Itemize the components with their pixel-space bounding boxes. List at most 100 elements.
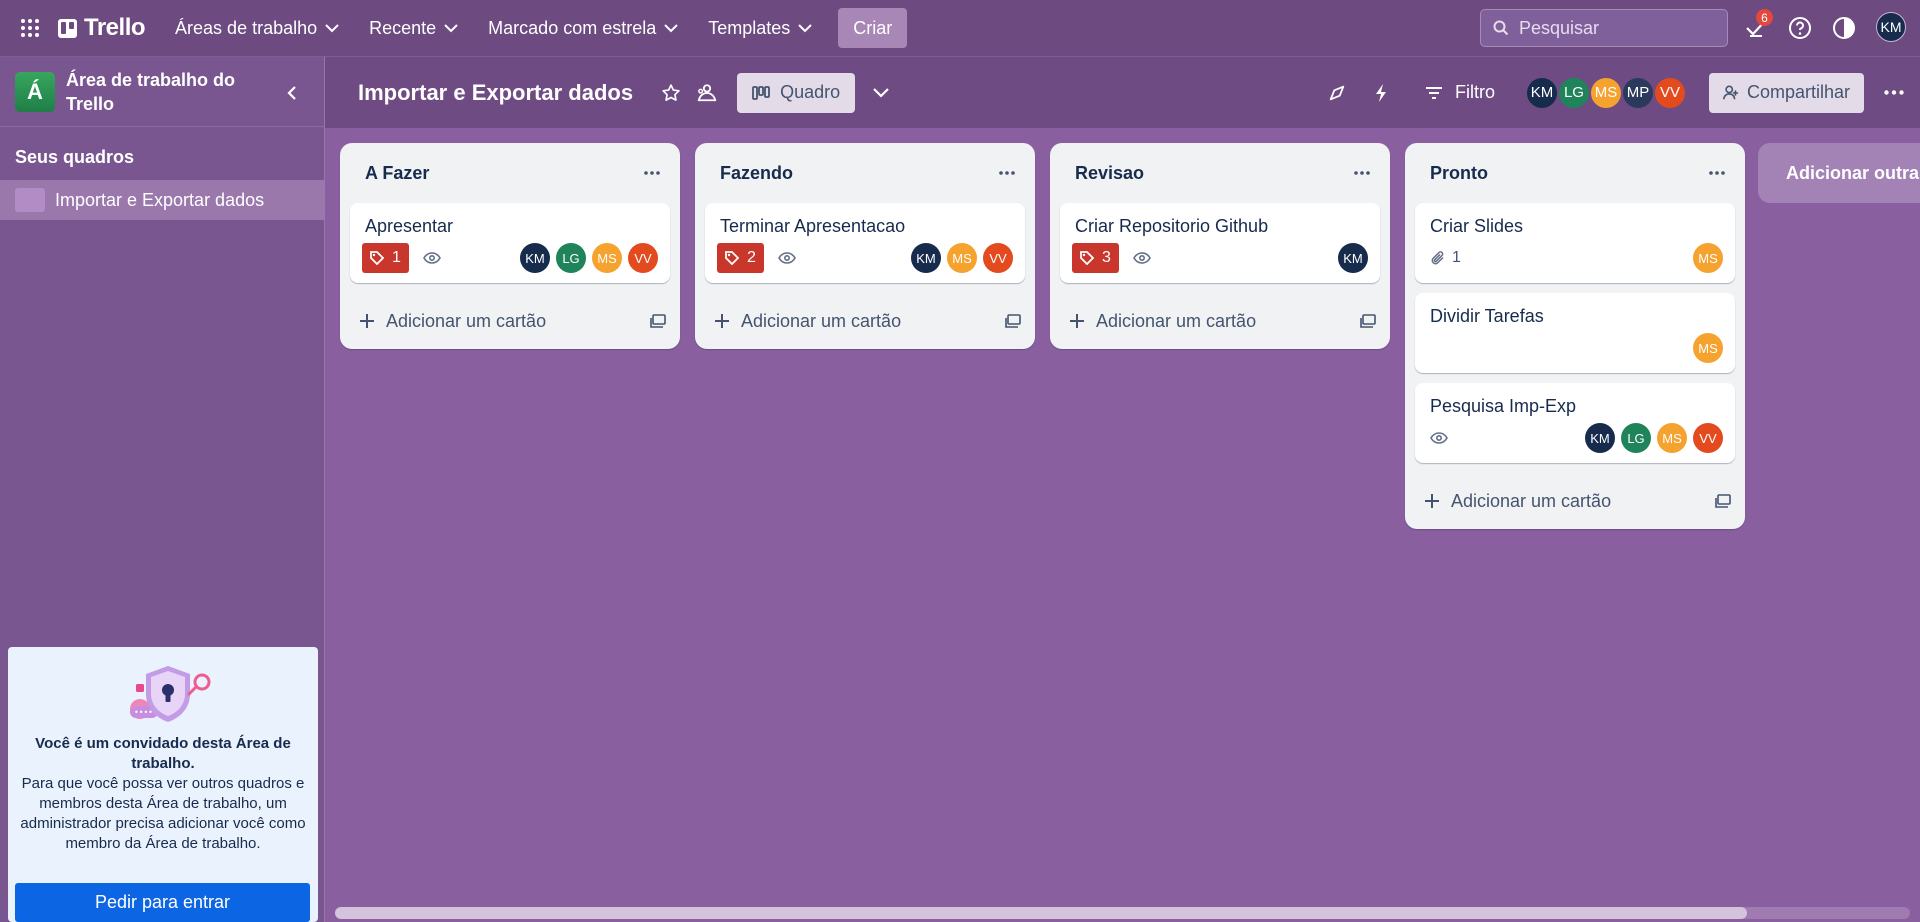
list-menu-icon[interactable] bbox=[638, 159, 666, 187]
card-template-icon[interactable] bbox=[650, 314, 666, 328]
workspace-name[interactable]: Área de trabalho do Trello bbox=[66, 68, 256, 116]
collapse-sidebar-icon[interactable] bbox=[280, 81, 304, 105]
add-card-button[interactable]: Adicionar um cartão bbox=[1050, 293, 1390, 349]
card-title: Apresentar bbox=[365, 216, 454, 236]
nav-starred-label: Marcado com estrela bbox=[488, 17, 657, 38]
member-avatar[interactable]: KM bbox=[1338, 243, 1368, 273]
board-title[interactable]: Importar e Exportar dados bbox=[358, 80, 633, 106]
member-avatar[interactable]: MS bbox=[1693, 243, 1723, 273]
list-header[interactable]: Revisao bbox=[1050, 143, 1390, 203]
help-icon[interactable] bbox=[1786, 14, 1814, 42]
card[interactable]: Pesquisa Imp-Exp KM LG MS VV bbox=[1415, 383, 1735, 463]
sidebar-item-board[interactable]: Importar e Exportar dados bbox=[0, 180, 325, 220]
card-members: KM bbox=[1338, 243, 1368, 273]
star-icon[interactable] bbox=[655, 77, 687, 109]
card-title: Dividir Tarefas bbox=[1430, 306, 1544, 326]
member-avatar[interactable]: LG bbox=[1621, 423, 1651, 453]
horizontal-scrollbar[interactable] bbox=[335, 907, 1910, 919]
card-template-icon[interactable] bbox=[1715, 494, 1731, 508]
chevron-down-icon bbox=[325, 23, 339, 32]
list: Pronto Criar Slides 1 MS Dividir Tarefas… bbox=[1405, 143, 1745, 529]
member-avatar[interactable]: VV bbox=[1652, 75, 1687, 110]
workspace-header: Á Área de trabalho do Trello bbox=[0, 57, 325, 127]
list-menu-icon[interactable] bbox=[993, 159, 1021, 187]
view-switcher-board[interactable]: Quadro bbox=[737, 72, 856, 113]
card[interactable]: Criar Repositorio Github 3 KM bbox=[1060, 203, 1380, 283]
card-title: Criar Slides bbox=[1430, 216, 1524, 236]
card-template-icon[interactable] bbox=[1360, 314, 1376, 328]
member-avatar[interactable]: KM bbox=[911, 243, 941, 273]
add-card-button[interactable]: Adicionar um cartão bbox=[1405, 473, 1745, 529]
trello-logo[interactable]: Trello bbox=[54, 10, 155, 46]
add-card-label: Adicionar um cartão bbox=[741, 310, 902, 331]
board-thumbnail bbox=[15, 188, 45, 212]
list-header[interactable]: A Fazer bbox=[340, 143, 680, 203]
nav-recent-menu[interactable]: Recente bbox=[357, 10, 470, 46]
nav-starred-menu[interactable]: Marcado com estrela bbox=[476, 10, 690, 46]
search-input[interactable]: Pesquisar bbox=[1480, 9, 1728, 47]
member-avatar[interactable]: VV bbox=[1693, 423, 1723, 453]
member-avatar[interactable]: VV bbox=[628, 243, 658, 273]
nav-workspaces-label: Áreas de trabalho bbox=[175, 17, 318, 38]
list-menu-icon[interactable] bbox=[1703, 159, 1731, 187]
chevron-down-icon[interactable] bbox=[865, 77, 897, 109]
add-list-button[interactable]: Adicionar outra lista bbox=[1758, 143, 1920, 203]
user-avatar[interactable]: KM bbox=[1876, 12, 1906, 42]
member-avatar[interactable]: MS bbox=[1588, 75, 1623, 110]
card-members: MS bbox=[1693, 243, 1723, 273]
list-title: Pronto bbox=[1430, 162, 1488, 183]
tag-icon bbox=[725, 251, 739, 265]
sidebar-boards-title: Seus quadros bbox=[15, 147, 135, 167]
guest-notice-title: Você é um convidado desta Área de trabal… bbox=[35, 735, 291, 772]
nav-templates-menu[interactable]: Templates bbox=[696, 10, 824, 46]
watch-icon bbox=[1430, 432, 1448, 444]
search-placeholder: Pesquisar bbox=[1519, 17, 1600, 38]
due-label-badge: 3 bbox=[1072, 243, 1119, 273]
card-title: Pesquisa Imp-Exp bbox=[1430, 396, 1577, 416]
app-switcher-icon[interactable] bbox=[12, 10, 48, 46]
member-avatar[interactable]: LG bbox=[556, 243, 586, 273]
member-avatar[interactable]: MS bbox=[1693, 333, 1723, 363]
more-options-icon[interactable] bbox=[1874, 73, 1914, 113]
notifications-count-badge: 6 bbox=[1756, 9, 1773, 26]
card[interactable]: Apresentar 1 KM LG MS VV bbox=[350, 203, 670, 283]
member-avatar[interactable]: MS bbox=[592, 243, 622, 273]
automation-icon[interactable] bbox=[1365, 77, 1397, 109]
member-avatar[interactable]: KM bbox=[1585, 423, 1615, 453]
theme-toggle-icon[interactable] bbox=[1830, 14, 1858, 42]
member-avatar[interactable]: LG bbox=[1556, 75, 1591, 110]
card-template-icon[interactable] bbox=[1005, 314, 1021, 328]
member-avatar[interactable]: VV bbox=[983, 243, 1013, 273]
list-header[interactable]: Pronto bbox=[1405, 143, 1745, 203]
member-avatar[interactable]: MS bbox=[947, 243, 977, 273]
member-avatar[interactable]: KM bbox=[520, 243, 550, 273]
member-avatar[interactable]: MS bbox=[1657, 423, 1687, 453]
nav-recent-label: Recente bbox=[369, 17, 437, 38]
share-label: Compartilhar bbox=[1746, 82, 1850, 102]
card[interactable]: Criar Slides 1 MS bbox=[1415, 203, 1735, 283]
watch-icon bbox=[1132, 252, 1151, 264]
workspace-visibility-icon[interactable] bbox=[691, 77, 723, 109]
search-icon bbox=[1493, 20, 1509, 36]
power-ups-icon[interactable] bbox=[1321, 77, 1353, 109]
card-title: Terminar Apresentacao bbox=[720, 216, 906, 236]
scrollbar-thumb[interactable] bbox=[335, 907, 1747, 919]
list-menu-icon[interactable] bbox=[1348, 159, 1376, 187]
add-card-button[interactable]: Adicionar um cartão bbox=[695, 293, 1035, 349]
request-to-join-button[interactable]: Pedir para entrar bbox=[15, 883, 310, 922]
plus-icon bbox=[1070, 314, 1084, 328]
nav-workspaces-menu[interactable]: Áreas de trabalho bbox=[163, 10, 351, 46]
chevron-down-icon bbox=[444, 23, 458, 32]
card[interactable]: Terminar Apresentacao 2 KM MS VV bbox=[705, 203, 1025, 283]
card-members: KM MS VV bbox=[911, 243, 1013, 273]
filter-button[interactable]: Filtro bbox=[1415, 82, 1505, 103]
share-button[interactable]: Compartilhar bbox=[1708, 72, 1864, 113]
trello-logo-icon bbox=[58, 18, 77, 38]
card[interactable]: Dividir Tarefas MS bbox=[1415, 293, 1735, 373]
list-header[interactable]: Fazendo bbox=[695, 143, 1035, 203]
watch-icon bbox=[777, 252, 796, 264]
member-avatar[interactable]: KM bbox=[1524, 75, 1559, 110]
member-avatar[interactable]: MP bbox=[1620, 75, 1655, 110]
create-button[interactable]: Criar bbox=[838, 8, 908, 48]
add-card-button[interactable]: Adicionar um cartão bbox=[340, 293, 680, 349]
